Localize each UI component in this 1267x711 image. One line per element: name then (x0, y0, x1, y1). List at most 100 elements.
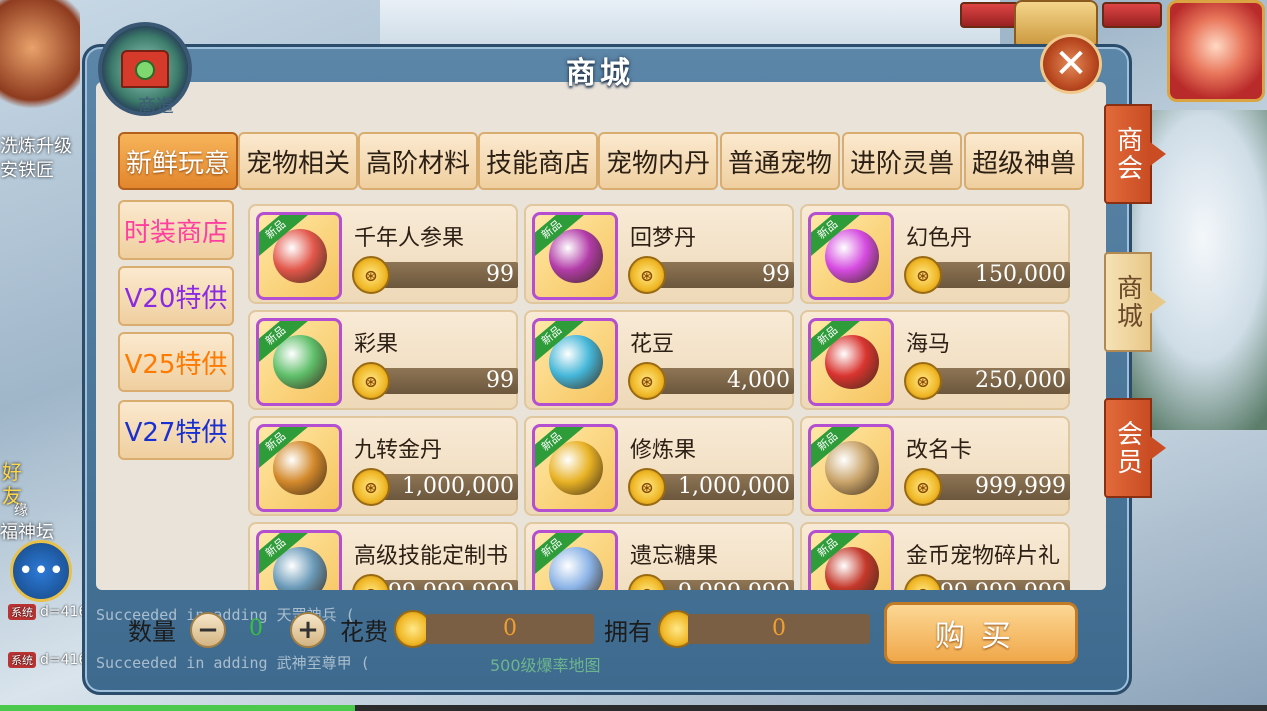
category-tab[interactable]: 超级神兽 (964, 132, 1084, 190)
item-name: 回梦丹 (630, 226, 697, 251)
price-bar: 99,999,999 (370, 580, 518, 590)
item-icon: 新品 (256, 318, 342, 406)
item-name: 千年人参果 (354, 226, 465, 251)
category-tab[interactable]: 普通宠物 (720, 132, 840, 190)
owned-field: 0 (688, 614, 870, 644)
item-price: 99 (762, 262, 790, 287)
owned-value: 0 (772, 616, 786, 641)
item-icon: 新品 (808, 530, 894, 590)
item-icon: 新品 (532, 424, 618, 512)
item-card[interactable]: 新品 花豆 4,000 ⊛ (524, 310, 794, 410)
sub-category-tab[interactable]: V20特供 (118, 266, 234, 326)
coin-icon: ⊛ (628, 362, 666, 400)
cost-value: 0 (503, 616, 517, 641)
player-avatar[interactable] (1167, 0, 1265, 102)
hud-mp-bar (1102, 2, 1162, 28)
quantity-label: 数量 (128, 618, 176, 646)
item-price: 999,999 (975, 474, 1066, 499)
buy-button[interactable]: 购买 (884, 602, 1078, 664)
item-card[interactable]: 新品 海马 250,000 ⊛ (800, 310, 1070, 410)
item-icon: 新品 (532, 212, 618, 300)
map-label: 500级爆率地图 (490, 656, 601, 675)
item-price: 9,999,999 (678, 580, 790, 590)
category-tab[interactable]: 技能商店 (478, 132, 598, 190)
item-price: 99,999,999 (940, 580, 1066, 590)
quantity-value: 0 (249, 616, 263, 641)
item-icon: 新品 (808, 424, 894, 512)
price-bar: 999,999 (922, 474, 1070, 500)
side-tab[interactable]: 会员 (1104, 398, 1166, 498)
item-price: 150,000 (975, 262, 1066, 287)
item-card[interactable]: 新品 彩果 99 ⊛ (248, 310, 518, 410)
price-bar: 250,000 (922, 368, 1070, 394)
item-price: 99 (486, 368, 514, 393)
item-name: 遗忘糖果 (630, 544, 719, 569)
item-name: 幻色丹 (906, 226, 973, 251)
npc-label: 缘 (14, 503, 28, 519)
hud-hp-bar (960, 2, 1020, 28)
sub-category-tab[interactable]: V25特供 (118, 332, 234, 392)
experience-bar (0, 705, 1267, 711)
owned-label: 拥有 (604, 618, 652, 646)
side-tab[interactable]: 商会 (1104, 104, 1166, 204)
category-tab[interactable]: 宠物内丹 (598, 132, 718, 190)
item-icon: 新品 (532, 530, 618, 590)
quantity-field[interactable]: 0 (226, 614, 286, 644)
item-price: 250,000 (975, 368, 1066, 393)
category-tab[interactable]: 高阶材料 (358, 132, 478, 190)
item-card[interactable]: 新品 回梦丹 99 ⊛ (524, 204, 794, 304)
chat-bubble-icon[interactable]: ••• (10, 540, 72, 602)
coin-icon: ⊛ (352, 468, 390, 506)
npc-label[interactable]: 安铁匠 (0, 156, 54, 182)
item-icon: 新品 (808, 318, 894, 406)
item-name: 九转金丹 (354, 438, 443, 463)
item-price: 99,999,999 (388, 580, 514, 590)
item-card[interactable]: 新品 幻色丹 150,000 ⊛ (800, 204, 1070, 304)
window-title: 商城 (566, 56, 634, 91)
coin-icon: ⊛ (628, 574, 666, 590)
item-card[interactable]: 新品 修炼果 1,000,000 ⊛ (524, 416, 794, 516)
coin-icon: ⊛ (904, 256, 942, 294)
category-tab[interactable]: 进阶灵兽 (842, 132, 962, 190)
item-card[interactable]: 新品金币宠物碎片礼 99,999,999⊛ (800, 522, 1070, 590)
price-bar: 150,000 (922, 262, 1070, 288)
item-name: 金币宠物碎片礼 (906, 544, 1061, 569)
chat-tag: 系统 (8, 652, 36, 668)
item-card[interactable]: 新品高级技能定制书 99,999,999⊛ (248, 522, 518, 590)
item-icon: 新品 (256, 424, 342, 512)
item-card[interactable]: 新品 九转金丹 1,000,000 ⊛ (248, 416, 518, 516)
price-bar: 99 (646, 262, 794, 288)
chat-tag: 系统 (8, 604, 36, 620)
sub-category-tab[interactable]: 时装商店 (118, 200, 234, 260)
item-icon: 新品 (256, 530, 342, 590)
npc-character[interactable] (0, 0, 80, 120)
cost-field: 0 (426, 614, 594, 644)
experience-fill (0, 705, 355, 711)
side-tab[interactable]: 商城 (1104, 252, 1166, 352)
price-bar: 99,999,999 (922, 580, 1070, 590)
item-card[interactable]: 新品 千年人参果 99 ⊛ (248, 204, 518, 304)
quantity-decrease-button[interactable]: − (190, 612, 226, 648)
npc-label[interactable]: 洗炼升级 (0, 132, 72, 158)
item-grid[interactable]: 新品 千年人参果 99 ⊛ 新品 回梦丹 99 ⊛ 新品 幻色丹 150,000 ⊛ 新品 彩果 99 ⊛ 新品… (248, 204, 1076, 590)
close-icon: ✕ (1054, 41, 1088, 87)
coin-icon: ⊛ (904, 574, 942, 590)
coin-icon: ⊛ (352, 256, 390, 294)
item-price: 4,000 (727, 368, 790, 393)
item-card[interactable]: 新品 改名卡 999,999 ⊛ (800, 416, 1070, 516)
price-bar: 99 (370, 368, 518, 394)
coin-icon: ⊛ (628, 256, 666, 294)
price-bar: 9,999,999 (646, 580, 794, 590)
sub-category-tab[interactable]: V27特供 (118, 400, 234, 460)
price-bar: 4,000 (646, 368, 794, 394)
category-tab[interactable]: 新鲜玩意 (118, 132, 238, 190)
close-button[interactable]: ✕ (1040, 34, 1102, 94)
category-tab[interactable]: 宠物相关 (238, 132, 358, 190)
item-card[interactable]: 新品遗忘糖果 9,999,999 ⊛ (524, 522, 794, 590)
quantity-increase-button[interactable]: + (290, 612, 326, 648)
item-name: 彩果 (354, 332, 399, 357)
coin-icon: ⊛ (352, 362, 390, 400)
coin-icon: ⊛ (904, 468, 942, 506)
item-name: 高级技能定制书 (354, 544, 509, 569)
price-bar: 1,000,000 (646, 474, 794, 500)
